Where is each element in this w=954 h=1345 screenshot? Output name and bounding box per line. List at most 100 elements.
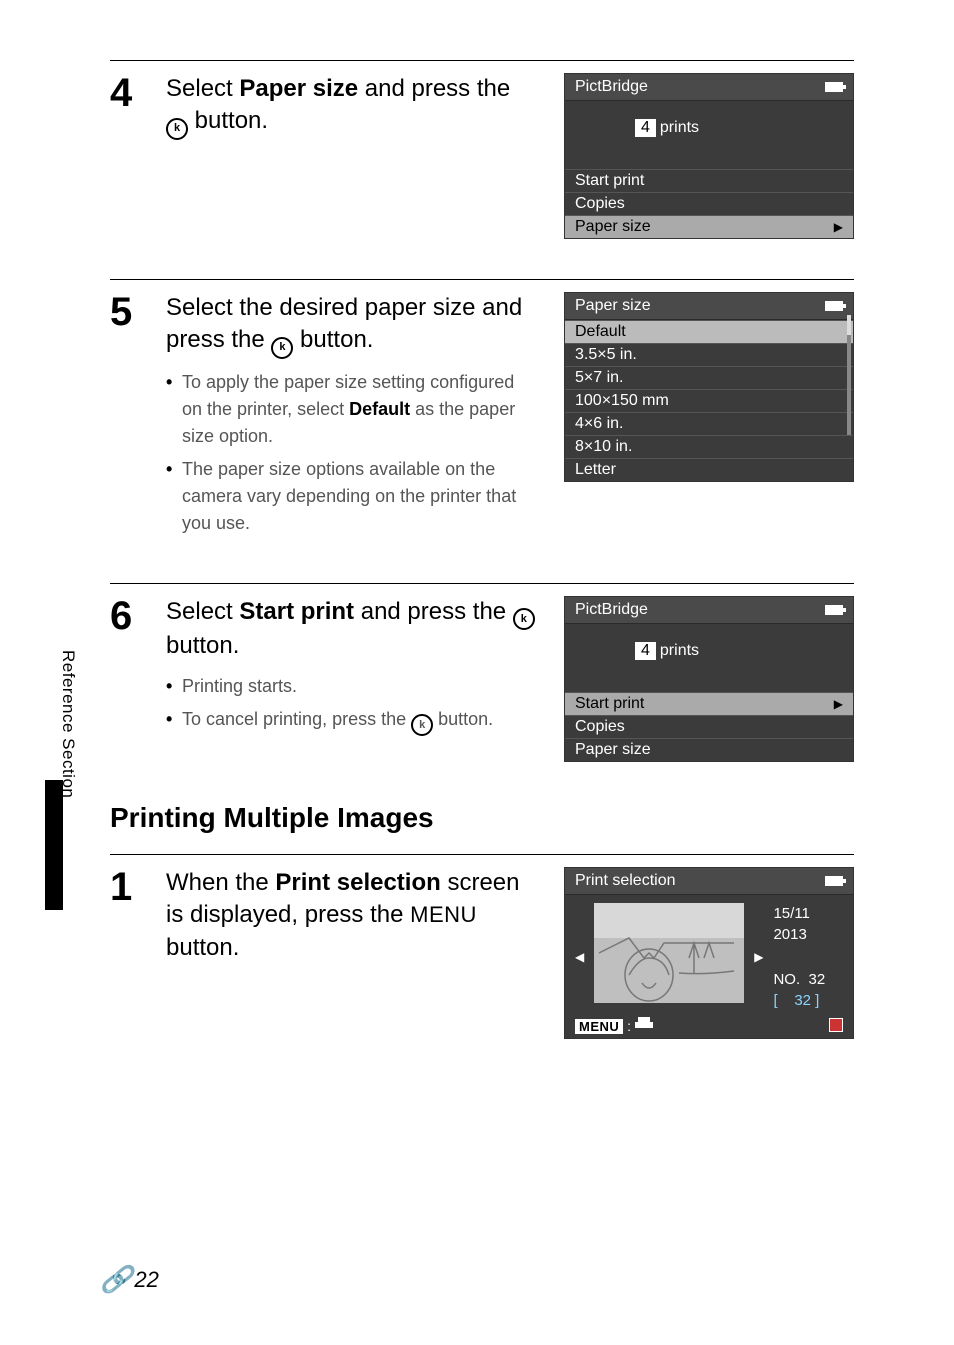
page-number: 🔗22 (100, 1264, 159, 1295)
label: Copies (575, 195, 625, 213)
screen-title: Paper size (575, 297, 651, 315)
ok-icon: k (271, 337, 293, 359)
menu-button-icon: MENU (575, 1019, 623, 1034)
bracket-open: [ (773, 992, 777, 1009)
text-bold: Start print (239, 598, 354, 625)
label: Paper size (575, 218, 651, 236)
print-count-row: 4prints (565, 624, 853, 692)
screen-header: PictBridge (565, 74, 853, 101)
label: Copies (575, 718, 625, 736)
label: Paper size (575, 741, 651, 759)
screen-footer: MENU : (565, 1015, 853, 1038)
step-5: 5 Select the desired paper size and pres… (110, 279, 854, 543)
chevron-right-icon: ▶ (834, 697, 843, 711)
bullet-item: To cancel printing, press the k button. (166, 706, 536, 736)
text-bold: Default (349, 399, 410, 419)
label: Start print (575, 695, 644, 713)
step-number: 6 (110, 596, 158, 636)
option-35x5: 3.5×5 in. (565, 343, 853, 366)
text: To cancel printing, press the (182, 709, 411, 729)
stop-icon (829, 1018, 843, 1032)
nav-right-icon: ▶ (754, 950, 763, 964)
option-4x6: 4×6 in. (565, 412, 853, 435)
step-title: Select Paper size and press the k button… (166, 73, 536, 140)
battery-icon (825, 82, 843, 92)
bullet-list: To apply the paper size setting configur… (166, 369, 536, 537)
screen-header: Print selection (565, 868, 853, 895)
side-section-label: Reference Section (58, 650, 78, 798)
text: button. (433, 709, 493, 729)
text: button. (166, 934, 239, 961)
ok-icon: k (166, 118, 188, 140)
bullet-item: To apply the paper size setting configur… (166, 369, 536, 450)
printer-icon (635, 1017, 653, 1031)
date-line-1: 15/11 (773, 903, 825, 924)
side-tab (45, 780, 63, 910)
bullet-list: Printing starts. To cancel printing, pre… (166, 673, 536, 736)
step-title: Select Start print and press the k butto… (166, 596, 536, 663)
step-number: 4 (110, 73, 158, 113)
print-count-value: 4 (635, 119, 656, 137)
total-value: 32 (794, 992, 811, 1009)
text: button. (188, 107, 268, 134)
text: Select (166, 598, 239, 625)
text-bold: Paper size (239, 75, 358, 102)
bullet-item: The paper size options available on the … (166, 456, 536, 537)
no-label: NO. (773, 971, 800, 988)
screen-header: Paper size (565, 293, 853, 320)
sub-step-1: 1 When the Print selection screen is dis… (110, 854, 854, 1039)
screen-title: PictBridge (575, 601, 648, 619)
option-8x10: 8×10 in. (565, 435, 853, 458)
print-count-row: 4prints (565, 101, 853, 169)
step-number: 5 (110, 292, 158, 332)
link-icon: 🔗 (100, 1264, 132, 1295)
menu-paper-size: Paper size (565, 738, 853, 761)
text: Select (166, 75, 239, 102)
label: Start print (575, 172, 644, 190)
option-letter: Letter (565, 458, 853, 481)
screen-title: PictBridge (575, 78, 648, 96)
option-100x150: 100×150 mm (565, 389, 853, 412)
bullet-item: Printing starts. (166, 673, 536, 700)
text: and press the (354, 598, 513, 625)
ok-icon: k (411, 714, 433, 736)
option-default: Default (565, 320, 853, 343)
section-heading: Printing Multiple Images (110, 802, 854, 834)
screen-paper-size: Paper size Default 3.5×5 in. 5×7 in. 100… (564, 292, 854, 482)
print-count-label: prints (660, 642, 699, 659)
no-value: 32 (808, 971, 825, 988)
screen-header: PictBridge (565, 597, 853, 624)
ok-icon: k (513, 608, 535, 630)
text: button. (166, 632, 239, 659)
battery-icon (825, 876, 843, 886)
date-line-2: 2013 (773, 924, 825, 945)
menu-start-print: Start print (565, 169, 853, 192)
option-5x7: 5×7 in. (565, 366, 853, 389)
step-title: Select the desired paper size and press … (166, 292, 536, 359)
page-number-value: 22 (134, 1267, 158, 1293)
bracket-close: ] (811, 992, 819, 1009)
menu-copies: Copies (565, 192, 853, 215)
screen-pictbridge-2: PictBridge 4prints Start print ▶ Copies P… (564, 596, 854, 762)
step-title: When the Print selection screen is displ… (166, 867, 536, 964)
battery-icon (825, 301, 843, 311)
screen-print-selection: Print selection ◀ ▶ 15/1 (564, 867, 854, 1039)
print-count-label: prints (660, 119, 699, 136)
image-info: 15/11 2013 NO. 32 [ 32 ] (773, 903, 825, 1011)
step-number: 1 (110, 867, 158, 907)
step-6: 6 Select Start print and press the k but… (110, 583, 854, 762)
text-bold: Print selection (275, 869, 440, 896)
step-4: 4 Select Paper size and press the k butt… (110, 60, 854, 239)
chevron-right-icon: ▶ (834, 220, 843, 234)
menu-copies: Copies (565, 715, 853, 738)
image-thumbnail (594, 903, 744, 1003)
menu-start-print: Start print ▶ (565, 692, 853, 715)
screen-pictbridge-1: PictBridge 4prints Start print Copies Pa… (564, 73, 854, 239)
menu-button-label: MENU (410, 902, 477, 927)
menu-paper-size: Paper size ▶ (565, 215, 853, 238)
text: button. (293, 326, 373, 353)
nav-left-icon: ◀ (575, 950, 584, 964)
screen-title: Print selection (575, 872, 676, 890)
text: and press the (358, 75, 510, 102)
print-count-value: 4 (635, 642, 656, 660)
